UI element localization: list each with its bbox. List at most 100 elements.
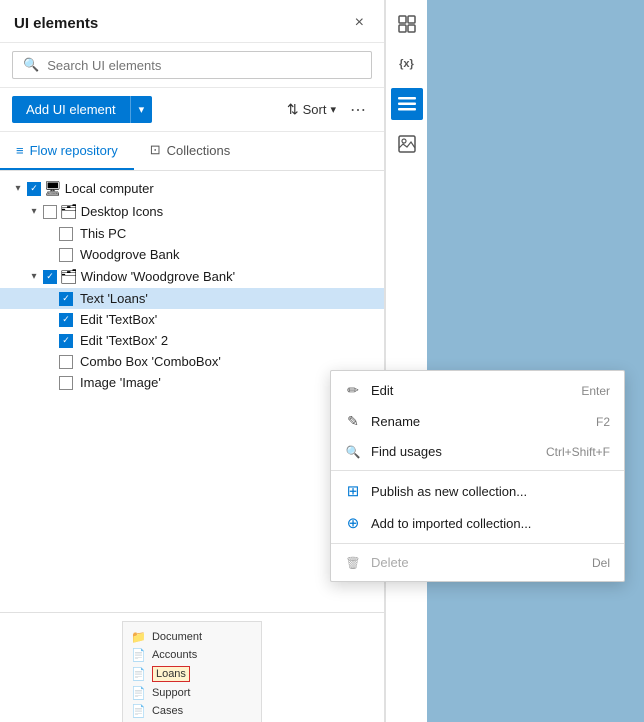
ctx-label-add-imported: Add to imported collection... bbox=[371, 516, 610, 531]
chevron-icon: ▾ bbox=[28, 206, 40, 217]
folder-icon: 🗂 bbox=[60, 268, 78, 285]
search-input[interactable] bbox=[47, 58, 361, 73]
more-options-button[interactable]: ⋯ bbox=[344, 98, 372, 122]
context-menu-find-usages[interactable]: 🔍 Find usages Ctrl+Shift+F bbox=[331, 437, 624, 466]
tree-item-woodgrove-bank[interactable]: Woodgrove Bank bbox=[0, 244, 384, 265]
sidebar-icons: {x} bbox=[385, 0, 427, 722]
computer-icon: 🖥 bbox=[44, 180, 62, 197]
sidebar-ui-elements-button[interactable] bbox=[391, 8, 423, 40]
tree-label: Desktop Icons bbox=[81, 204, 163, 219]
tree-label: Image 'Image' bbox=[80, 375, 161, 390]
flow-repository-label: Flow repository bbox=[30, 143, 118, 158]
thumb-label: Document bbox=[152, 631, 202, 643]
sort-icon: ⇅ bbox=[287, 101, 299, 118]
context-menu-publish[interactable]: ⊞ Publish as new collection... bbox=[331, 475, 624, 507]
search-input-wrap: 🔍 bbox=[12, 51, 372, 79]
find-icon: 🔍 bbox=[345, 445, 361, 459]
tree-label: Window 'Woodgrove Bank' bbox=[81, 269, 235, 284]
ctx-label-edit: Edit bbox=[371, 383, 571, 398]
checkbox-local[interactable]: ✓ bbox=[27, 182, 41, 196]
context-menu-delete[interactable]: 🗑 Delete Del bbox=[331, 548, 624, 577]
publish-icon: ⊞ bbox=[345, 482, 361, 500]
thumb-label: Cases bbox=[152, 705, 183, 717]
ctx-shortcut-find: Ctrl+Shift+F bbox=[546, 445, 610, 459]
tree-item-local-computer[interactable]: ▾ ✓ 🖥 Local computer bbox=[0, 177, 384, 200]
checkbox-this-pc[interactable] bbox=[59, 227, 73, 241]
tree-label: Combo Box 'ComboBox' bbox=[80, 354, 221, 369]
ctx-label-find: Find usages bbox=[371, 444, 536, 459]
checkbox-edit-textbox[interactable]: ✓ bbox=[59, 313, 73, 327]
tree-label: Local computer bbox=[65, 181, 154, 196]
chevron-icon: ▾ bbox=[12, 183, 24, 194]
page-icon: 📄 bbox=[131, 704, 146, 718]
delete-icon: 🗑 bbox=[345, 556, 361, 570]
sidebar-variables-button[interactable]: {x} bbox=[391, 48, 423, 80]
toolbar-right: ⇅ Sort ▾ ⋯ bbox=[287, 98, 372, 122]
thumb-row-document: 📁 Document bbox=[131, 628, 253, 646]
panel-title: UI elements bbox=[14, 15, 98, 32]
checkbox-image[interactable] bbox=[59, 376, 73, 390]
ctx-shortcut-rename: F2 bbox=[596, 415, 610, 429]
layers-icon: ≡ bbox=[16, 143, 24, 158]
context-menu-edit[interactable]: ✏ Edit Enter bbox=[331, 375, 624, 406]
tab-flow-repository[interactable]: ≡ Flow repository bbox=[0, 132, 134, 170]
checkbox-woodgrove[interactable] bbox=[59, 248, 73, 262]
collection-icon: ⊡ bbox=[150, 142, 161, 158]
add-button-caret[interactable]: ▾ bbox=[130, 96, 153, 123]
tabs: ≡ Flow repository ⊡ Collections bbox=[0, 132, 384, 171]
ui-elements-panel: UI elements × 🔍 Add UI element ▾ ⇅ Sort … bbox=[0, 0, 385, 722]
folder-icon: 🗂 bbox=[60, 203, 78, 220]
checkbox-edit-textbox-2[interactable]: ✓ bbox=[59, 334, 73, 348]
thumb-row-support: 📄 Support bbox=[131, 684, 253, 702]
checkbox-text-loans[interactable]: ✓ bbox=[59, 292, 73, 306]
tree-item-edit-textbox-2[interactable]: ✓ Edit 'TextBox' 2 bbox=[0, 330, 384, 351]
ctx-label-rename: Rename bbox=[371, 414, 586, 429]
add-ui-element-button[interactable]: Add UI element bbox=[12, 96, 130, 123]
page-icon: 📄 bbox=[131, 686, 146, 700]
tree-label: Edit 'TextBox' 2 bbox=[80, 333, 168, 348]
tree-label: Edit 'TextBox' bbox=[80, 312, 157, 327]
add-button-group: Add UI element ▾ bbox=[12, 96, 152, 123]
tree-item-desktop-icons[interactable]: ▾ 🗂 Desktop Icons bbox=[0, 200, 384, 223]
sort-chevron-icon: ▾ bbox=[330, 103, 336, 116]
thumbnail-preview: 📁 Document 📄 Accounts 📄 Loans 📄 Support … bbox=[122, 621, 262, 722]
tree-item-window-woodgrove[interactable]: ▾ ✓ 🗂 Window 'Woodgrove Bank' bbox=[0, 265, 384, 288]
tree-item-image[interactable]: Image 'Image' bbox=[0, 372, 384, 393]
ctx-shortcut-edit: Enter bbox=[581, 384, 610, 398]
thumb-row-accounts: 📄 Accounts bbox=[131, 646, 253, 664]
thumb-label: Accounts bbox=[152, 649, 197, 661]
tab-collections[interactable]: ⊡ Collections bbox=[134, 132, 247, 170]
thumb-label: Support bbox=[152, 687, 191, 699]
context-menu-rename[interactable]: ✎ Rename F2 bbox=[331, 406, 624, 437]
ctx-divider-1 bbox=[331, 470, 624, 471]
sidebar-images-button[interactable] bbox=[391, 128, 423, 160]
tree-item-this-pc[interactable]: This PC bbox=[0, 223, 384, 244]
thumb-row-loans: 📄 Loans bbox=[131, 664, 253, 684]
toolbar: Add UI element ▾ ⇅ Sort ▾ ⋯ bbox=[0, 88, 384, 132]
page-icon: 📄 bbox=[131, 667, 146, 681]
ctx-label-delete: Delete bbox=[371, 555, 582, 570]
tree-label: This PC bbox=[80, 226, 126, 241]
tree-item-combo-box[interactable]: Combo Box 'ComboBox' bbox=[0, 351, 384, 372]
collections-label: Collections bbox=[167, 143, 231, 158]
tree-label: Woodgrove Bank bbox=[80, 247, 180, 262]
context-menu-add-imported[interactable]: ⊕ Add to imported collection... bbox=[331, 507, 624, 539]
checkbox-desktop[interactable] bbox=[43, 205, 57, 219]
thumb-row-cases: 📄 Cases bbox=[131, 702, 253, 720]
tree-item-edit-textbox[interactable]: ✓ Edit 'TextBox' bbox=[0, 309, 384, 330]
close-button[interactable]: × bbox=[349, 12, 370, 34]
sidebar-layers-button[interactable] bbox=[391, 88, 423, 120]
edit-icon: ✏ bbox=[345, 382, 361, 399]
sort-label: Sort bbox=[303, 102, 327, 117]
search-bar: 🔍 bbox=[0, 43, 384, 88]
search-icon: 🔍 bbox=[23, 57, 39, 73]
tree-area: ▾ ✓ 🖥 Local computer ▾ 🗂 Desktop Icons T… bbox=[0, 171, 384, 612]
checkbox-combo[interactable] bbox=[59, 355, 73, 369]
page-icon: 📄 bbox=[131, 648, 146, 662]
checkbox-window[interactable]: ✓ bbox=[43, 270, 57, 284]
ctx-divider-2 bbox=[331, 543, 624, 544]
right-panel bbox=[427, 0, 644, 722]
tree-item-text-loans[interactable]: ✓ Text 'Loans' bbox=[0, 288, 384, 309]
ctx-label-publish: Publish as new collection... bbox=[371, 484, 610, 499]
sort-button[interactable]: ⇅ Sort ▾ bbox=[287, 101, 336, 118]
